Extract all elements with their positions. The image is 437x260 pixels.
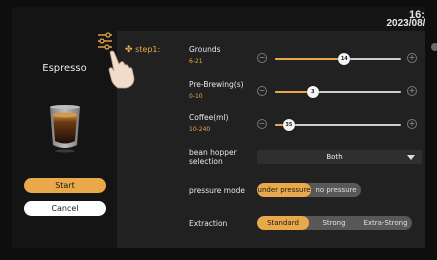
chevron-down-icon[interactable] — [407, 155, 415, 160]
bean-hopper-select[interactable]: Both — [257, 150, 422, 164]
coffee-slider-knob[interactable]: 35 — [282, 119, 295, 131]
bean-hopper-label-line1: bean hopper — [189, 148, 237, 157]
grounds-label: Grounds — [189, 45, 221, 54]
coffee-slider[interactable]: 35 — [275, 119, 401, 131]
bean-hopper-value: Both — [326, 153, 343, 161]
grounds-plus-button[interactable]: + — [407, 53, 417, 63]
prebrewing-slider[interactable]: 3 — [275, 86, 401, 98]
grounds-slider[interactable]: 14 — [275, 53, 401, 65]
prebrewing-plus-button[interactable]: + — [407, 86, 417, 96]
pressure-option-none[interactable]: no pressure — [311, 183, 361, 197]
pressure-mode-toggle: under pressure no pressure — [257, 183, 361, 197]
pressure-option-under[interactable]: under pressure — [257, 183, 311, 197]
extraction-option-standard[interactable]: Standard — [257, 216, 309, 230]
start-button[interactable]: Start — [24, 178, 106, 193]
extraction-option-extra-strong[interactable]: Extra-Strong — [359, 216, 412, 230]
status-bar: 16:5 2023/08/0 — [12, 7, 426, 31]
coffee-label: Coffee(ml) — [189, 113, 229, 122]
extraction-toggle: Standard Strong Extra-Strong — [257, 216, 412, 230]
cancel-button[interactable]: Cancel — [24, 201, 106, 216]
prebrewing-range: 0-10 — [189, 93, 203, 100]
step-label: step1: — [135, 45, 161, 54]
bean-hopper-label: bean hopper selection — [189, 148, 237, 166]
coffee-minus-button[interactable]: − — [257, 119, 267, 129]
grounds-minus-button[interactable]: − — [257, 53, 267, 63]
prebrewing-slider-knob[interactable]: 3 — [306, 86, 319, 98]
grounds-slider-fill — [275, 58, 345, 60]
info-icon[interactable] — [431, 43, 437, 51]
bean-hopper-label-line2: selection — [189, 157, 223, 166]
sliders-settings-icon[interactable] — [97, 31, 113, 51]
pressure-mode-label: pressure mode — [189, 186, 246, 195]
coffee-range: 10-240 — [189, 126, 211, 133]
extraction-option-strong[interactable]: Strong — [309, 216, 359, 230]
step-dot-icon: ✤ — [125, 45, 133, 55]
extraction-label: Extraction — [189, 219, 228, 228]
product-name: Espresso — [42, 63, 87, 74]
step-indicator: ✤ step1: — [125, 45, 160, 55]
hand-pointer-icon — [108, 50, 135, 89]
grounds-range: 6-21 — [189, 58, 203, 65]
prebrewing-label: Pre-Brewing(s) — [189, 80, 244, 89]
clock-date: 2023/08/0 — [386, 18, 426, 29]
coffee-plus-button[interactable]: + — [407, 119, 417, 129]
espresso-cup-image — [50, 105, 80, 153]
prebrewing-minus-button[interactable]: − — [257, 86, 267, 96]
machine-screen: Espresso Start Cancel 16: 2023/08 — [12, 7, 425, 248]
